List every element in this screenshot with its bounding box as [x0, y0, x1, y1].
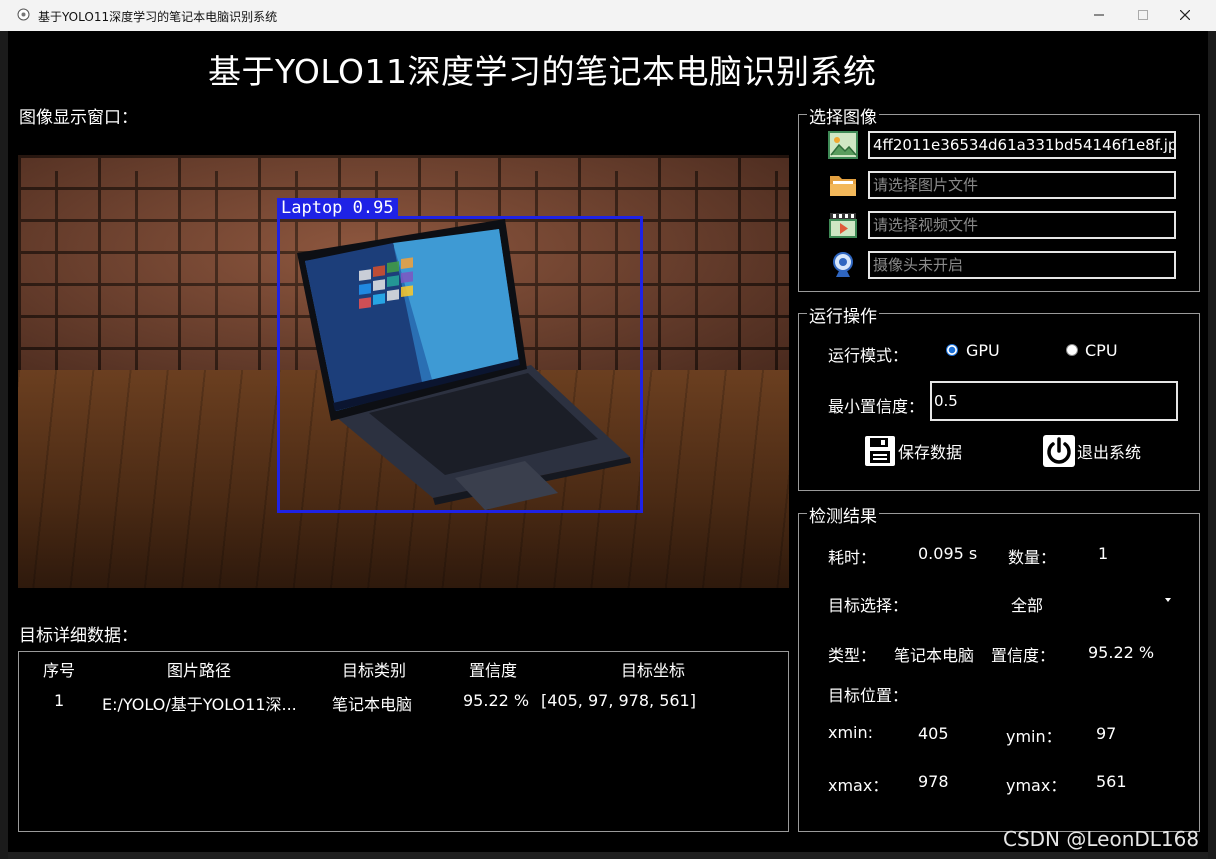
- close-button[interactable]: [1162, 0, 1208, 31]
- ymax-label: ymax：: [1006, 776, 1067, 795]
- column-header-confidence: 置信度: [469, 661, 518, 680]
- gpu-label[interactable]: GPU: [966, 341, 1000, 360]
- mode-label: 运行模式：: [828, 346, 909, 365]
- chevron-down-icon[interactable]: [1165, 598, 1171, 602]
- image-panel-label: 图像显示窗口：: [19, 108, 138, 128]
- exit-system-label: 退出系统: [1077, 443, 1142, 462]
- time-value: 0.095 s: [918, 544, 978, 563]
- target-select-value: 全部: [1011, 596, 1044, 615]
- xmax-label: xmax：: [828, 776, 889, 795]
- folder-icon[interactable]: [828, 170, 858, 200]
- count-label: 数量：: [1008, 548, 1057, 567]
- xmax-value: 978: [918, 772, 949, 791]
- column-header-index: 序号: [43, 661, 76, 680]
- confidence-threshold-input[interactable]: 0.5: [930, 381, 1178, 421]
- image-display: Laptop 0.95: [18, 155, 789, 588]
- save-data-label: 保存数据: [898, 443, 963, 462]
- left-gutter: [0, 31, 8, 859]
- ymin-value: 97: [1096, 724, 1117, 743]
- time-label: 耗时：: [828, 548, 877, 567]
- cell-index: 1: [54, 691, 65, 710]
- cell-class: 笔记本电脑: [332, 695, 413, 714]
- confidence-threshold-label: 最小置信度：: [828, 397, 925, 416]
- csdn-watermark: CSDN @LeonDL168: [1003, 827, 1200, 851]
- target-select-label: 目标选择：: [828, 596, 909, 615]
- minimize-icon: [1094, 14, 1104, 16]
- window-titlebar: 基于YOLO11深度学习的笔记本电脑识别系统: [0, 0, 1216, 32]
- ymin-label: ymin：: [1006, 727, 1062, 746]
- gpu-radio[interactable]: [946, 344, 958, 356]
- type-label: 类型：: [828, 646, 877, 665]
- exit-system-button[interactable]: 退出系统: [1043, 435, 1141, 467]
- camera-field[interactable]: 摄像头未开启: [868, 251, 1176, 279]
- results-title: 检测结果: [807, 502, 879, 527]
- app-icon: [17, 8, 30, 21]
- right-gutter: [1208, 31, 1216, 859]
- video-file-field[interactable]: 请选择视频文件: [868, 211, 1176, 239]
- ymax-value: 561: [1096, 772, 1127, 791]
- image-icon[interactable]: [828, 130, 858, 160]
- type-value: 笔记本电脑: [894, 646, 975, 665]
- video-icon[interactable]: [828, 210, 858, 240]
- operation-title: 运行操作: [807, 302, 879, 327]
- cpu-label[interactable]: CPU: [1085, 341, 1118, 360]
- power-icon: [1043, 435, 1075, 467]
- column-header-coordinates: 目标坐标: [621, 661, 686, 680]
- target-select-dropdown[interactable]: 全部: [1011, 588, 1181, 615]
- count-value: 1: [1098, 544, 1109, 563]
- result-confidence-label: 置信度：: [991, 646, 1056, 665]
- window-title: 基于YOLO11深度学习的笔记本电脑识别系统: [38, 10, 278, 24]
- save-icon: [865, 436, 895, 466]
- cpu-radio[interactable]: [1066, 344, 1078, 356]
- maximize-button[interactable]: [1120, 0, 1166, 31]
- maximize-icon: [1138, 10, 1148, 20]
- page-title: 基于YOLO11深度学习的笔记本电脑识别系统: [208, 52, 877, 91]
- select-image-title: 选择图像: [807, 103, 879, 128]
- save-data-button[interactable]: 保存数据: [864, 435, 962, 467]
- xmin-value: 405: [918, 724, 949, 743]
- cell-path: E:/YOLO/基于YOLO11深...: [102, 695, 297, 714]
- column-header-path: 图片路径: [167, 661, 232, 680]
- minimize-button[interactable]: [1076, 0, 1122, 31]
- image-file-field[interactable]: 请选择图片文件: [868, 171, 1176, 199]
- xmin-label: xmin:: [828, 723, 874, 742]
- position-label: 目标位置：: [828, 686, 909, 705]
- cell-coordinates: [405, 97, 978, 561]: [541, 691, 696, 710]
- app-client-area: 基于YOLO11深度学习的笔记本电脑识别系统 图像显示窗口： Laptop 0.…: [8, 31, 1208, 852]
- details-table[interactable]: 序号 图片路径 目标类别 置信度 目标坐标 1 E:/YOLO/基于YOLO11…: [18, 651, 789, 832]
- image-path-field[interactable]: 4ff2011e36534d61a331bd54146f1e8f.jpg: [868, 131, 1176, 159]
- column-header-class: 目标类别: [342, 661, 407, 680]
- result-confidence-value: 95.22 %: [1088, 643, 1155, 662]
- webcam-icon[interactable]: [828, 250, 858, 280]
- close-icon: [1180, 10, 1190, 20]
- cell-confidence: 95.22 %: [463, 691, 530, 710]
- detection-bounding-box: [277, 216, 643, 513]
- detection-label: Laptop 0.95: [277, 198, 398, 218]
- details-label: 目标详细数据：: [19, 626, 138, 646]
